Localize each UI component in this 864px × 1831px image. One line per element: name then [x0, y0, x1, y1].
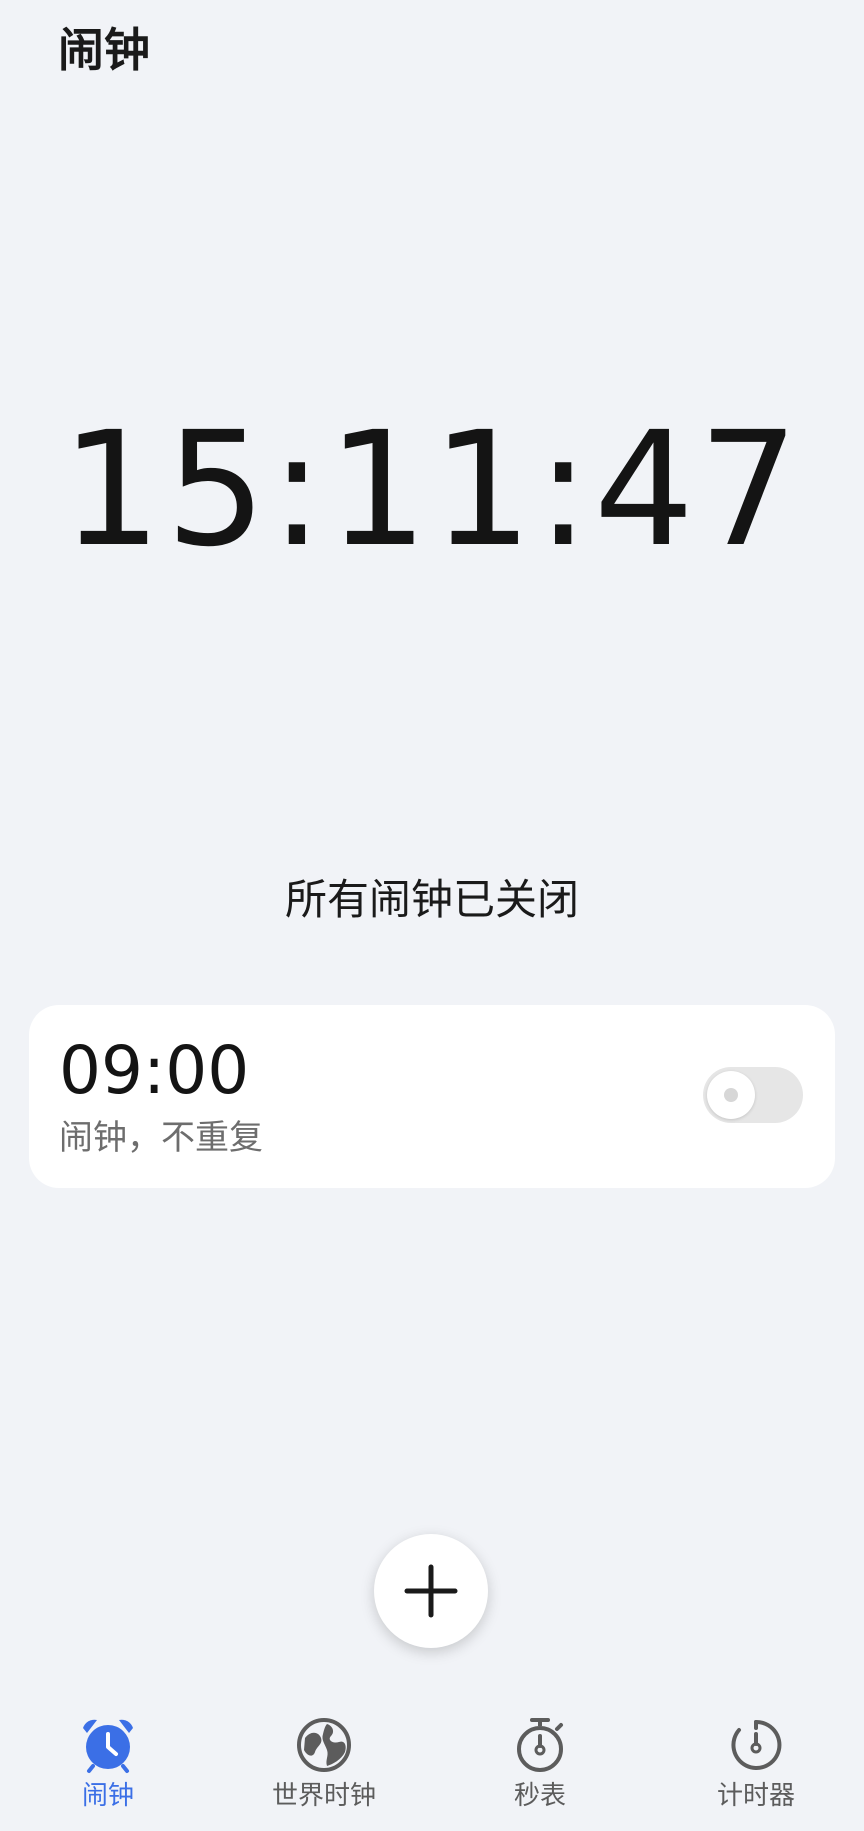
clock-app-screen: 闹钟 15:11:47 所有闹钟已关闭 09:00 闹钟，不重复 闹钟 世界时钟… — [0, 0, 864, 1831]
alarm-card[interactable]: 09:00 闹钟，不重复 — [29, 1005, 835, 1188]
tab-stopwatch[interactable]: 秒表 — [432, 1700, 648, 1831]
tab-timer[interactable]: 计时器 — [648, 1700, 864, 1831]
toggle-knob — [707, 1071, 755, 1119]
alarm-clock-icon — [83, 1719, 133, 1773]
bottom-nav: 闹钟 世界时钟 秒表 计时器 — [0, 1700, 864, 1831]
alarm-toggle-switch[interactable] — [703, 1067, 803, 1123]
alarm-subtitle: 闹钟，不重复 — [59, 1118, 263, 1158]
globe-icon — [297, 1718, 351, 1772]
plus-icon — [404, 1564, 458, 1618]
tab-alarm-label: 闹钟 — [81, 1781, 134, 1811]
tab-stopwatch-label: 秒表 — [513, 1781, 566, 1811]
add-alarm-button[interactable] — [374, 1534, 488, 1648]
current-time-display: 15:11:47 — [61, 398, 803, 582]
tab-world-clock-label: 世界时钟 — [271, 1781, 376, 1811]
tab-timer-label: 计时器 — [716, 1781, 795, 1811]
stopwatch-icon — [517, 1718, 563, 1772]
alarms-status-text: 所有闹钟已关闭 — [284, 875, 579, 924]
timer-icon — [731, 1719, 782, 1770]
tab-world-clock[interactable]: 世界时钟 — [216, 1700, 432, 1831]
alarm-time: 09:00 — [59, 1032, 250, 1109]
page-title: 闹钟 — [58, 23, 150, 77]
tab-alarm[interactable]: 闹钟 — [0, 1700, 216, 1831]
toggle-knob-dot — [724, 1088, 738, 1102]
